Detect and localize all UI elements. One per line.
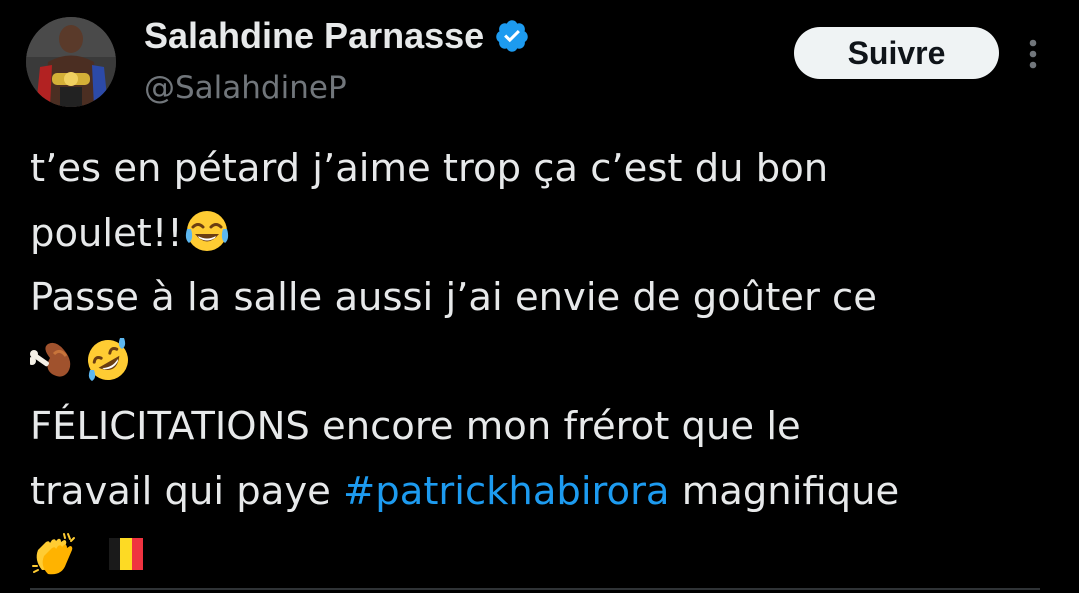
avatar-image [26, 17, 116, 107]
author-name[interactable]: Salahdine Parnasse [144, 15, 484, 57]
divider [30, 588, 1040, 590]
flag-belgium-icon [102, 530, 150, 578]
tweet-card: Salahdine Parnasse @SalahdineP Suivre t’… [0, 0, 1079, 593]
tweet-line: Passe à la salle aussi j’ai envie de goû… [30, 275, 877, 320]
tweet-text-segment: magnifique [669, 468, 900, 514]
hashtag-link[interactable]: #patrickhabirora [343, 469, 669, 514]
rolling-on-the-floor-laughing-icon [84, 336, 132, 384]
face-with-tears-of-joy-icon [183, 207, 231, 255]
clapping-hands-icon [30, 530, 78, 578]
verified-badge-icon [496, 20, 528, 52]
tweet-text: t’es en pétard j’aime trop ça c’est du b… [30, 137, 1040, 589]
more-options-button[interactable] [1018, 36, 1048, 72]
tweet-text-segment: travail qui paye [30, 468, 344, 514]
tweet-line: poulet!! [30, 202, 1040, 267]
author-handle[interactable]: @SalahdineP [144, 70, 530, 106]
avatar[interactable] [26, 17, 116, 107]
tweet-line: FÉLICITATIONS encore mon frérot que le [30, 404, 801, 449]
tweet-line: travail qui paye #patrickhabirora magnif… [30, 460, 1040, 525]
tweet-line [30, 524, 1040, 589]
author-info: Salahdine Parnasse @SalahdineP [144, 14, 530, 106]
follow-button[interactable]: Suivre [794, 27, 999, 79]
more-vertical-icon [1029, 39, 1037, 69]
tweet-text-segment: poulet!! [30, 210, 183, 256]
poultry-leg-icon [30, 336, 78, 384]
tweet-line [30, 331, 1040, 396]
tweet-line: t’es en pétard j’aime trop ça c’est du b… [30, 146, 829, 191]
